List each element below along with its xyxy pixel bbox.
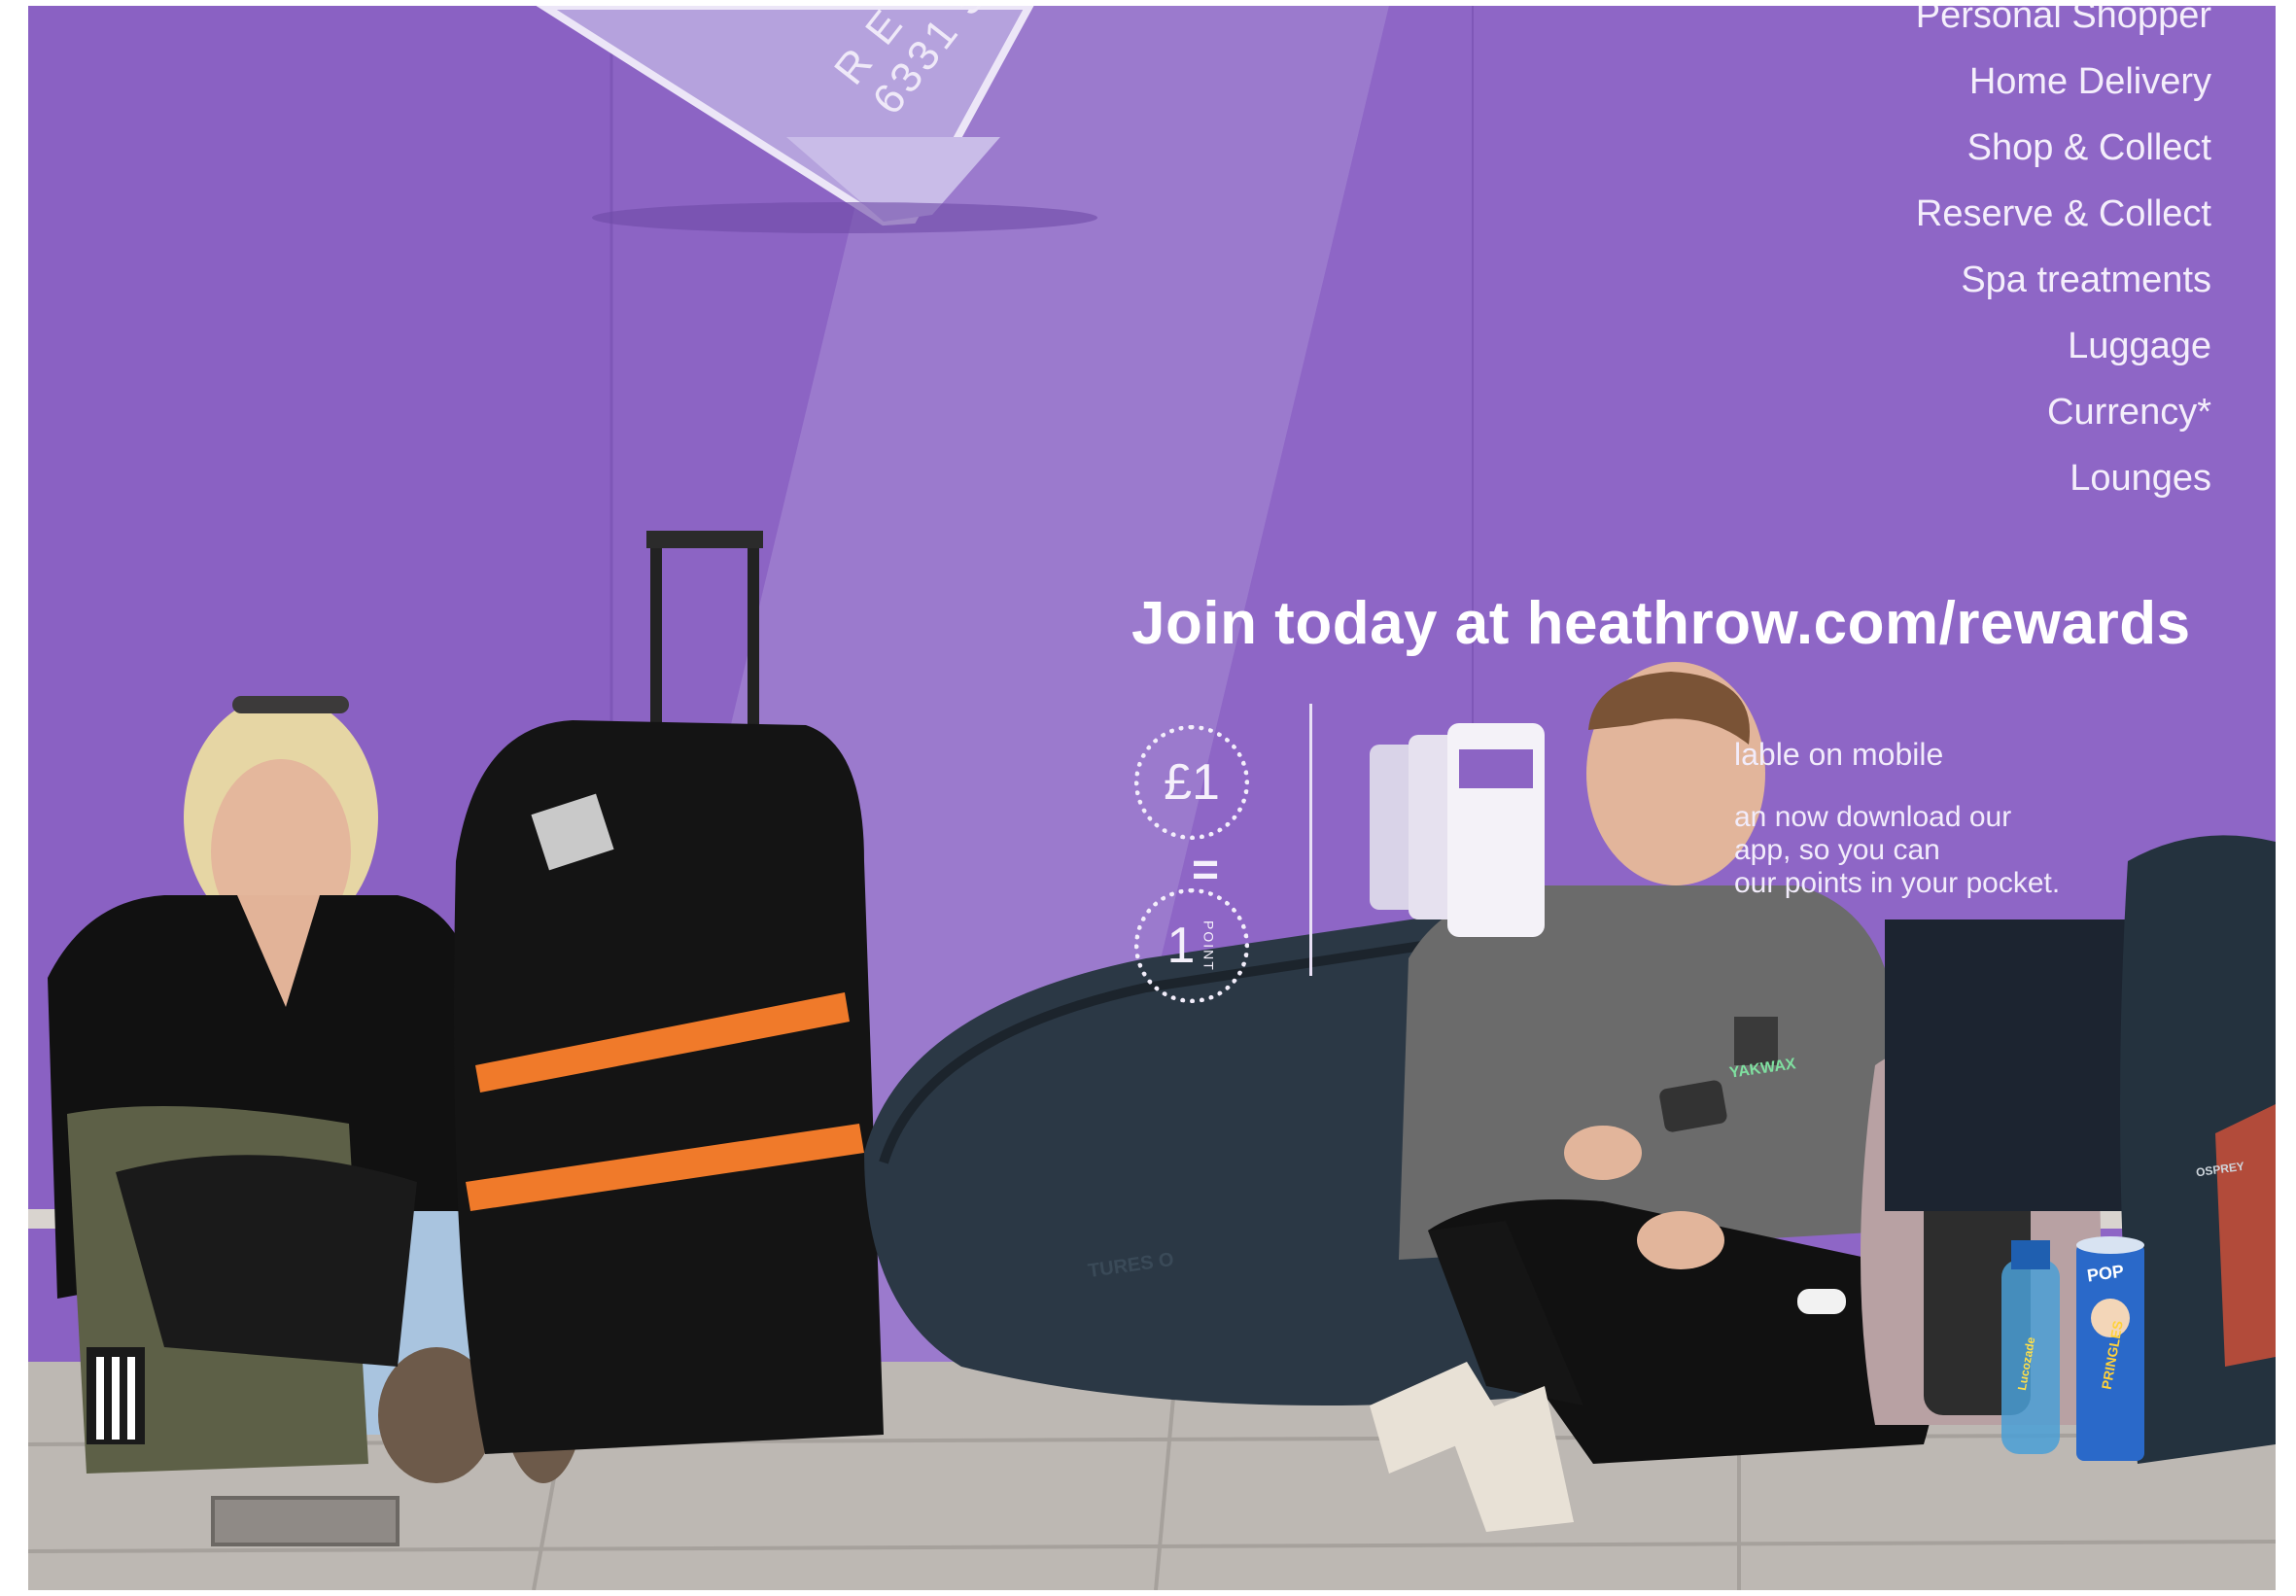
service-item: Home Delivery bbox=[1968, 61, 2211, 102]
service-item: Spa treatments bbox=[1961, 260, 2211, 300]
phones-illustration bbox=[1370, 723, 1545, 937]
mobile-line-4: our points in your pocket. bbox=[1734, 867, 2061, 899]
service-item: Luggage bbox=[2068, 326, 2211, 366]
coin-bottom-value: 1 bbox=[1166, 918, 1196, 974]
service-item: Reserve & Collect bbox=[1915, 193, 2211, 234]
service-item: Shop & Collect bbox=[1966, 127, 2211, 168]
coin-top-label: £1 bbox=[1164, 754, 1220, 811]
point-coin-icon: 1 POINT bbox=[1134, 888, 1249, 1003]
service-item: Personal Shopper bbox=[1915, 6, 2211, 36]
rewards-headline: Join today at heathrow.com/rewards bbox=[1131, 590, 2191, 657]
mobile-line-1: lable on mobile bbox=[1734, 737, 1944, 772]
service-item: Currency* bbox=[2047, 392, 2211, 433]
mobile-line-2: an now download our bbox=[1734, 801, 2012, 833]
right-bags bbox=[1861, 835, 2276, 1464]
mobile-line-3: app, so you can bbox=[1734, 834, 1940, 866]
airport-photo: R E Wa 6331 570 Personal Shopper Home De… bbox=[28, 6, 2276, 1590]
service-item: Lounges bbox=[2070, 458, 2211, 499]
ad-divider bbox=[1309, 704, 1312, 976]
services-list: Personal Shopper Home Delivery Shop & Co… bbox=[1916, 6, 2211, 511]
pound-coin-icon: £1 bbox=[1134, 725, 1249, 840]
coin-bottom-unit: POINT bbox=[1200, 919, 1217, 972]
